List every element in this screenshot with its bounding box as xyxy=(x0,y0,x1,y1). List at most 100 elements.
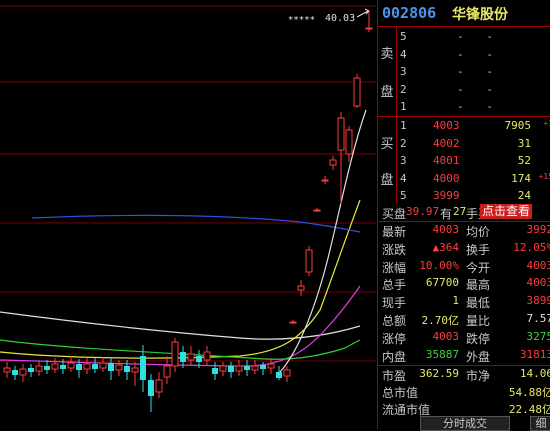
quote-value: 4003 xyxy=(433,223,460,236)
candle-body xyxy=(164,366,170,377)
quote-label: 涨停 xyxy=(382,330,406,347)
quote-label: 涨幅 xyxy=(382,259,406,276)
stock-name: 华锋股份 xyxy=(452,4,508,24)
quote-label: 总手 xyxy=(382,276,406,293)
quote-label: 量比 xyxy=(466,312,490,329)
candle-body xyxy=(108,363,114,371)
buy-label-1: 买 xyxy=(378,133,396,152)
stock-header: 002806 华锋股份 xyxy=(378,0,550,27)
quote-value: 12.05% xyxy=(513,241,550,254)
bid-price: 4002 xyxy=(433,137,460,150)
quote-row: 涨幅10.00%今开4003 xyxy=(378,258,550,276)
ask-row[interactable]: 1-- xyxy=(397,98,550,116)
candle-body xyxy=(212,368,218,374)
quote-label: 总额 xyxy=(382,312,406,329)
buy-side-label: 买 盘 xyxy=(378,117,397,203)
quote-value: 31813 xyxy=(520,348,550,361)
quote-value: 3899 xyxy=(527,294,550,307)
candle-body xyxy=(116,365,122,370)
ask-level: 5 xyxy=(400,30,407,43)
bid-volume: 31 xyxy=(518,137,531,150)
bid-change: +15 xyxy=(539,172,550,181)
candle-body xyxy=(314,210,320,211)
ask-price: - xyxy=(457,30,464,43)
candle-body xyxy=(330,160,336,165)
buy-label-2: 盘 xyxy=(378,169,396,188)
quote-row: 总额2.70亿量比7.57 xyxy=(378,311,550,329)
quote-label: 最低 xyxy=(466,294,490,311)
bid-volume: 7905 xyxy=(505,119,532,132)
candle-body xyxy=(366,28,372,29)
quote-row: 现手 1 最低 3899 xyxy=(378,293,550,311)
market-buy-label: 买盘 xyxy=(382,205,406,222)
quote-value: 67700 xyxy=(426,276,459,289)
quote-row: 最新4003均价3992 xyxy=(378,222,550,240)
bid-change: +1 xyxy=(543,119,550,128)
candle-body xyxy=(68,363,74,368)
ask-row[interactable]: 2-- xyxy=(397,81,550,99)
ask-volume: - xyxy=(486,30,493,43)
candle-body xyxy=(228,366,234,372)
candle-body xyxy=(268,364,274,368)
bid-price: 4001 xyxy=(433,154,460,167)
market-buy-qty: 27 xyxy=(453,205,466,218)
candlestick-chart[interactable]: ∗∗∗∗∗ 40.03 xyxy=(0,0,376,429)
quote-row: 总手67700最高4003 xyxy=(378,275,550,293)
bid-row[interactable]: 3400152 xyxy=(397,152,550,170)
candle-body xyxy=(60,365,66,369)
top-price-label: 40.03 xyxy=(325,13,355,24)
candle-body xyxy=(92,364,98,369)
quote-label: 跌停 xyxy=(466,330,490,347)
svg-text:∗∗∗∗∗: ∗∗∗∗∗ xyxy=(288,14,315,24)
bid-price: 3999 xyxy=(433,189,460,202)
quote-label: 现手 xyxy=(382,294,406,311)
bid-row[interactable]: 44000174+15 xyxy=(397,170,550,188)
quote-label: 最新 xyxy=(382,223,406,240)
quote-label: 外盘 xyxy=(466,348,490,365)
bottom-tabs: 分时成交 细 xyxy=(378,416,550,429)
quote-value: 1 xyxy=(452,294,459,307)
ask-volume: - xyxy=(486,65,493,78)
ask-row[interactable]: 4-- xyxy=(397,46,550,64)
quote-label: 今开 xyxy=(466,259,490,276)
candle-body xyxy=(298,286,304,290)
bid-level: 4 xyxy=(400,172,407,185)
valuation-value: 54.88亿 xyxy=(509,384,550,400)
bid-volume: 174 xyxy=(511,172,531,185)
valuation-value: 14.06 xyxy=(520,367,550,380)
ask-row[interactable]: 5 - - xyxy=(397,28,550,46)
candle-body xyxy=(220,366,226,371)
ask-level: 4 xyxy=(400,48,407,61)
top-price-annotation: ∗∗∗∗∗ 40.03 xyxy=(288,9,369,24)
candle-body xyxy=(260,365,266,369)
market-buy-mid: 有 xyxy=(440,205,452,222)
bid-level: 3 xyxy=(400,154,407,167)
candle-body xyxy=(148,380,154,396)
quote-value: 4003 xyxy=(527,259,550,272)
candle-body xyxy=(290,322,296,323)
ask-price: - xyxy=(457,83,464,96)
bid-row[interactable]: 140037905+1 xyxy=(397,117,550,135)
valuation-row: 市盈362.59市净14.06 xyxy=(378,366,550,384)
valuation-label: 总市值 xyxy=(382,384,418,401)
candle-body xyxy=(276,372,282,378)
ask-volume: - xyxy=(486,100,493,113)
view-detail-button[interactable]: 点击查看 xyxy=(480,204,532,219)
candle-body xyxy=(20,369,26,375)
candle-body xyxy=(306,250,312,272)
candle-body xyxy=(244,366,250,370)
candle-body xyxy=(236,366,242,371)
quote-label: 最高 xyxy=(466,276,490,293)
ask-price: - xyxy=(457,48,464,61)
bid-row[interactable]: 2400231 xyxy=(397,135,550,153)
quote-row: 涨停4003跌停3275 xyxy=(378,329,550,347)
quote-value: 3275 xyxy=(527,330,550,343)
sell-label-1: 卖 xyxy=(378,43,396,62)
quote-label: 内盘 xyxy=(382,348,406,365)
candle-body xyxy=(52,364,58,369)
candle-body xyxy=(4,368,10,372)
ask-level: 1 xyxy=(400,100,407,113)
candle-body xyxy=(284,370,290,376)
bid-volume: 24 xyxy=(518,189,531,202)
ask-row[interactable]: 3-- xyxy=(397,63,550,81)
